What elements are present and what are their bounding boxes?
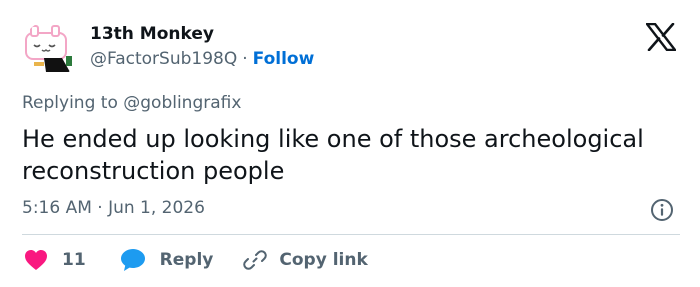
like-button[interactable]: 11: [24, 249, 86, 271]
copy-link-label: Copy link: [279, 250, 368, 270]
heart-icon: [25, 250, 47, 270]
tweet-timestamp[interactable]: 5:16 AM · Jun 1, 2026: [22, 198, 205, 218]
reply-label: Reply: [159, 250, 214, 270]
copy-link-button[interactable]: Copy link: [243, 248, 368, 272]
replying-to-line: Replying to @goblingrafix: [22, 93, 241, 113]
like-count: 11: [62, 250, 86, 270]
follow-button[interactable]: Follow: [253, 49, 315, 69]
separator-dot: ·: [242, 49, 248, 69]
author-handle[interactable]: @FactorSub198Q: [90, 49, 237, 69]
cartoon-character-avatar-icon: [25, 25, 72, 72]
link-icon: [243, 250, 268, 270]
author-display-name[interactable]: 13th Monkey: [90, 24, 214, 44]
divider: [22, 234, 680, 235]
x-logo-icon[interactable]: [646, 23, 676, 51]
reply-button[interactable]: Reply: [120, 248, 214, 272]
reply-bubble-icon: [120, 249, 145, 271]
info-icon[interactable]: [650, 198, 674, 222]
tweet-text: He ended up looking like one of those ar…: [22, 125, 644, 185]
replying-to-prefix: Replying to: [22, 93, 118, 113]
action-bar: 11 Reply Copy link: [24, 247, 368, 273]
reply-mention-link[interactable]: @goblingrafix: [123, 93, 241, 113]
author-handle-row: @FactorSub198Q · Follow: [90, 49, 314, 69]
avatar[interactable]: [22, 20, 80, 78]
